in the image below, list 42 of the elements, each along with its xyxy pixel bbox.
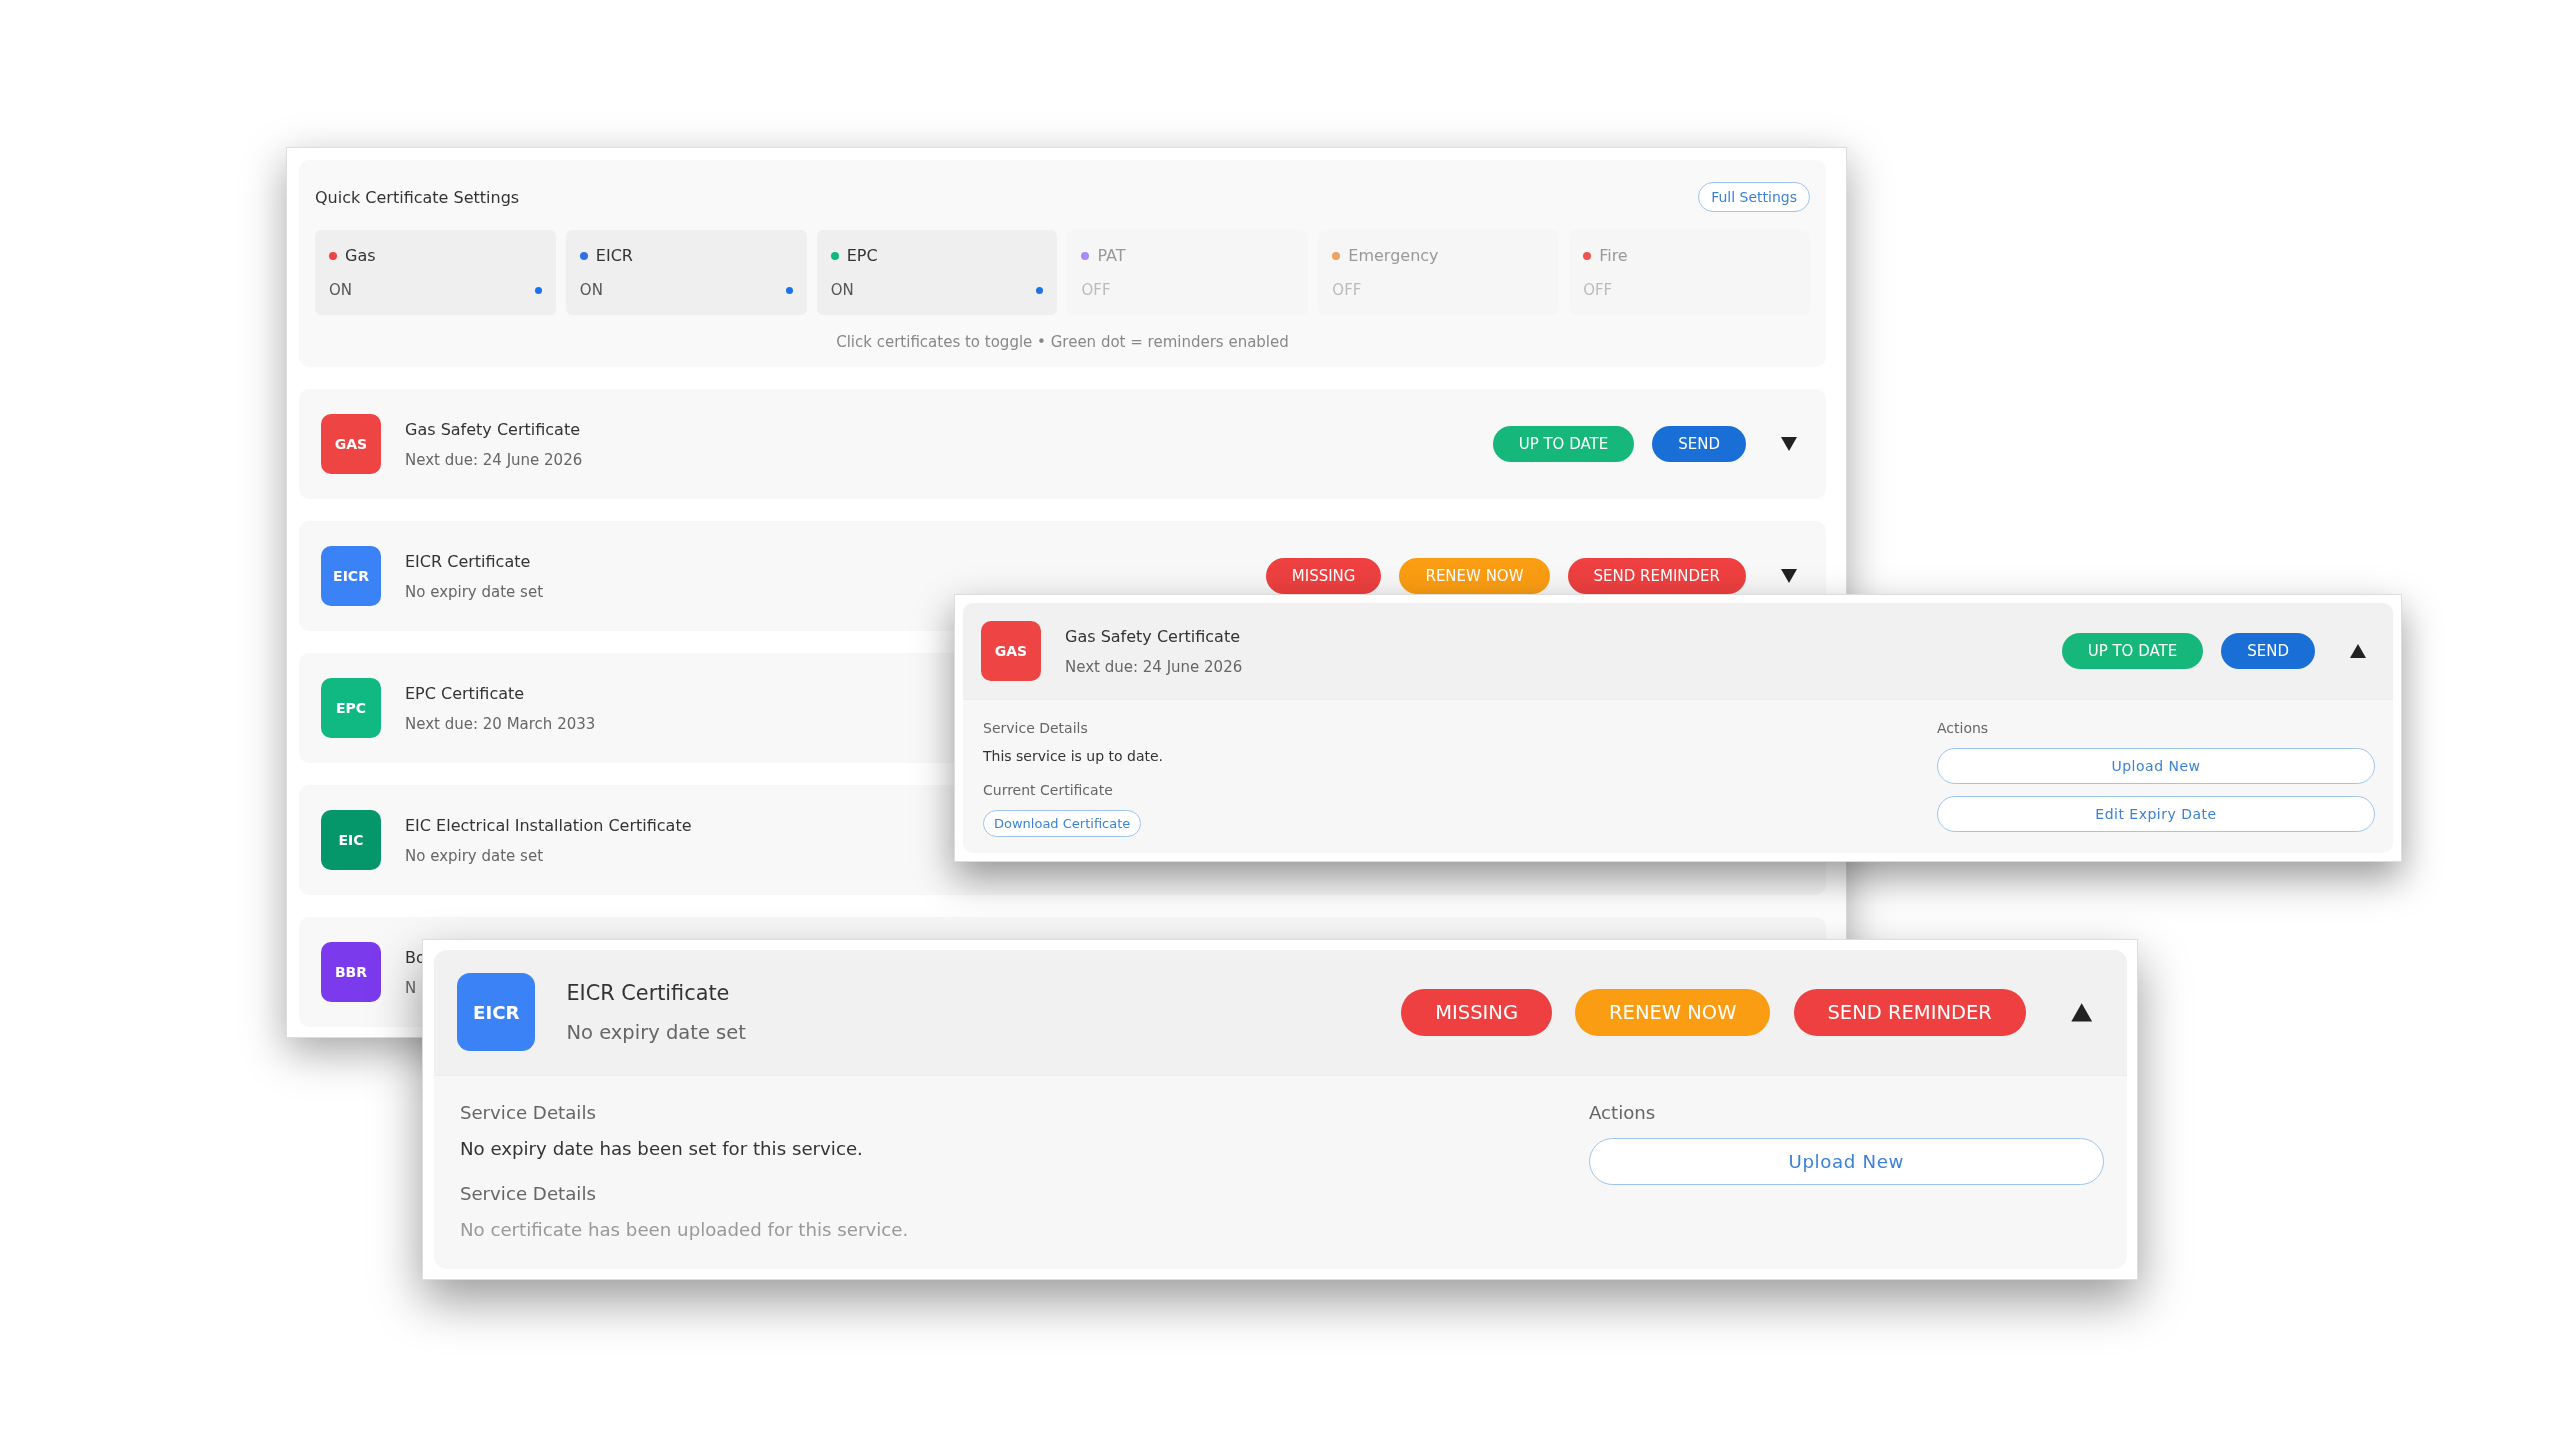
certificate-title: EICR Certificate — [405, 551, 531, 571]
toggle-state: ON — [329, 281, 353, 299]
certificate-badge: EICR — [321, 546, 381, 606]
status-text: This service is up to date. — [983, 748, 1165, 764]
toggle-state: ON — [830, 281, 854, 299]
due-date-text: Next due: 24 June 2026 — [405, 450, 583, 469]
certificate-name: Emergency — [1348, 246, 1439, 265]
status-text: No expiry date has been set for this service. — [459, 1138, 864, 1160]
section-label: Service Details — [459, 1182, 597, 1204]
toggle-state: OFF — [1332, 281, 1362, 299]
section-label: Actions — [1588, 1101, 1657, 1123]
certificate-title: Gas Safety Certificate — [405, 419, 580, 439]
due-date-text: N — [405, 978, 417, 997]
certificate-name: Gas — [345, 246, 376, 265]
due-date-text: Next due: 20 March 2033 — [405, 714, 596, 733]
section-label: Current Certificate — [983, 782, 1114, 798]
section-title: Quick Certificate Settings — [315, 187, 520, 207]
section-label: Service Details — [983, 720, 1089, 736]
certificate-name: EPC — [846, 246, 878, 265]
hint-text: Click certificates to toggle • Green dot = reminders enabled — [836, 333, 1289, 351]
section-label: Service Details — [459, 1101, 597, 1123]
certificate-title: EIC Electrical Installation Certificate — [405, 815, 692, 835]
toggle-state: OFF — [1583, 281, 1613, 299]
section-label: Actions — [1937, 720, 1990, 736]
certificate-badge: GAS — [981, 621, 1041, 681]
toggle-state: ON — [579, 281, 603, 299]
certificate-badge: GAS — [321, 414, 381, 474]
due-date-text: No expiry date set — [566, 1020, 746, 1044]
note-text: No certificate has been uploaded for this service. — [459, 1219, 910, 1241]
toggle-state: OFF — [1081, 281, 1111, 299]
certificate-name: PAT — [1097, 246, 1126, 265]
certificate-badge: EPC — [321, 678, 381, 738]
certificate-title: EPC Certificate — [405, 683, 525, 703]
certificate-badge: EIC — [321, 810, 381, 870]
due-date-text: No expiry date set — [405, 846, 544, 865]
certificate-badge: EICR — [457, 973, 536, 1052]
certificate-title: EICR Certificate — [566, 981, 730, 1006]
certificate-name: Fire — [1599, 246, 1628, 265]
due-date-text: No expiry date set — [405, 582, 544, 601]
certificate-badge: BBR — [321, 942, 381, 1002]
due-date-text: Next due: 24 June 2026 — [1065, 657, 1243, 676]
certificate-name: EICR — [595, 246, 633, 265]
